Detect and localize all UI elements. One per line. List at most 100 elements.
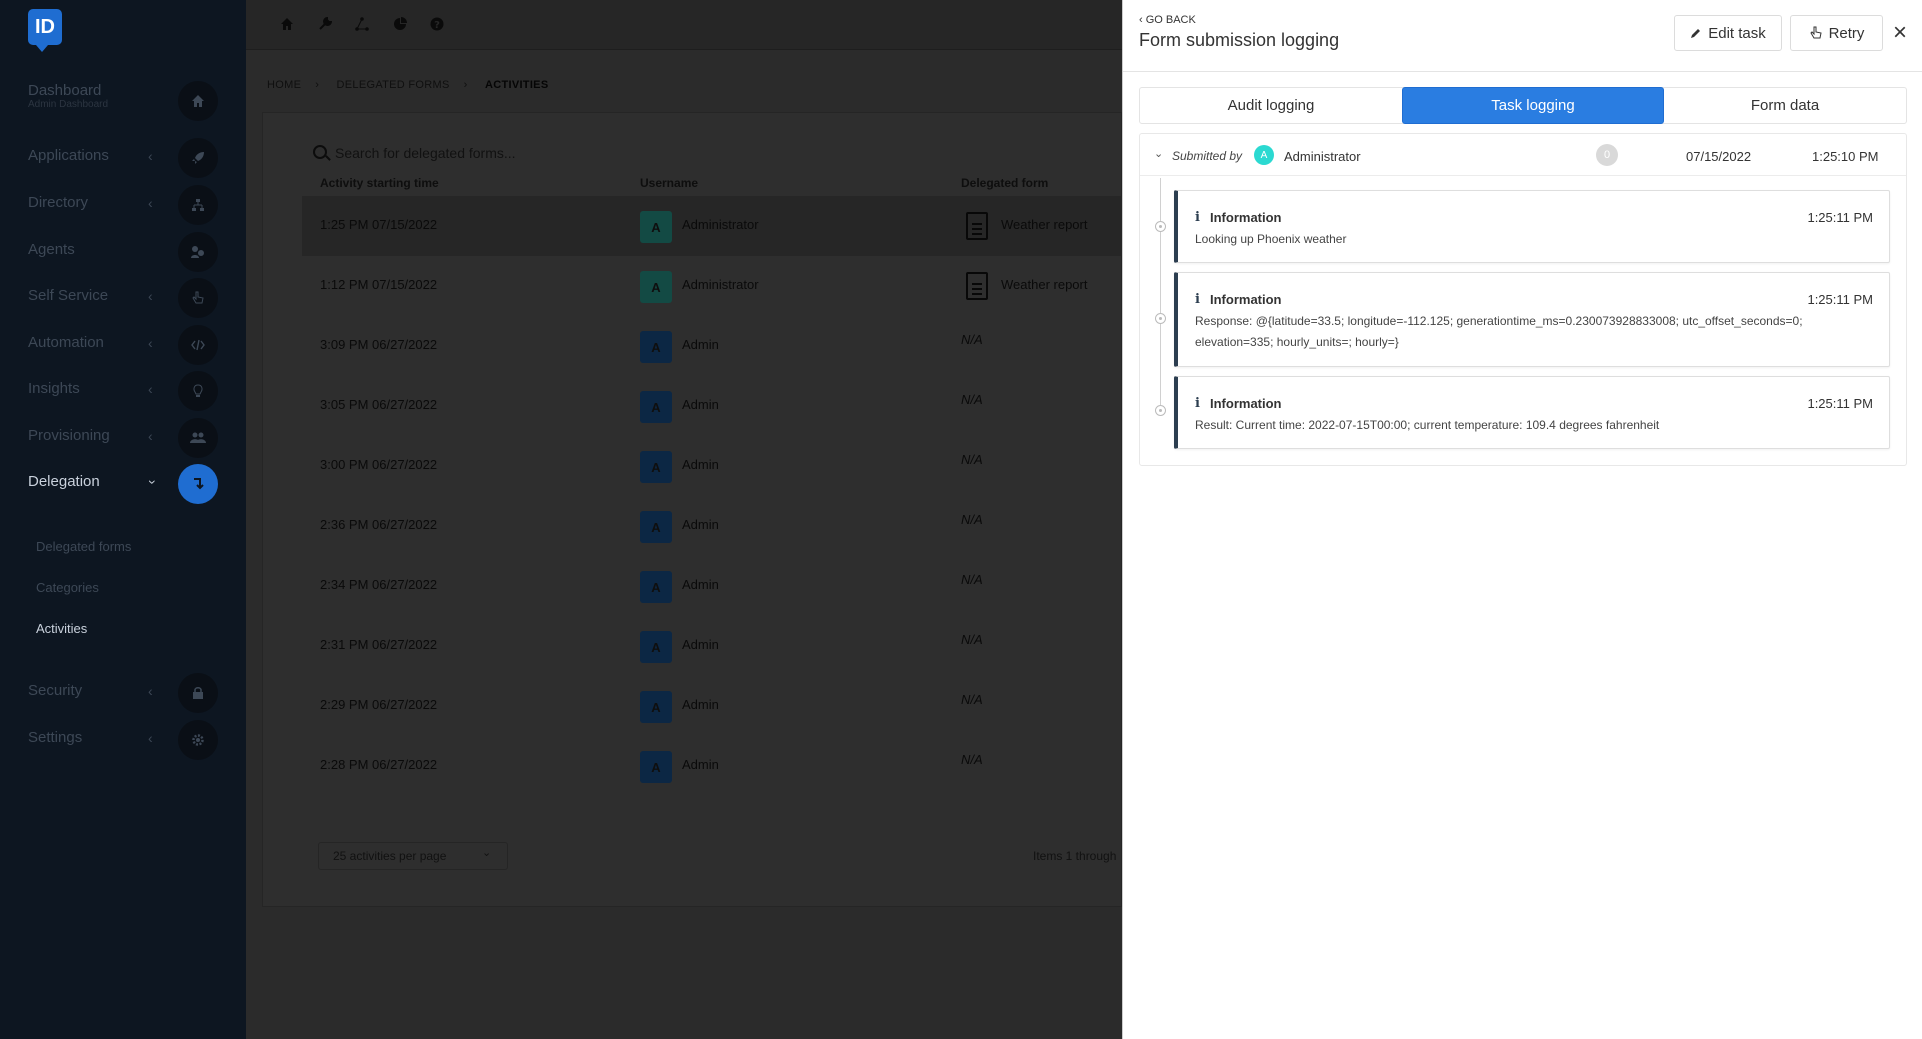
table-row[interactable]: 2:29 PM 06/27/2022 A Admin N/A <box>302 676 1122 736</box>
chevron-right-icon: › <box>315 79 320 91</box>
sidebar-item-delegation[interactable]: Delegation ‹ <box>0 461 246 507</box>
cell-activity-time: 3:05 PM 06/27/2022 <box>320 397 438 412</box>
chevron-left-icon: ‹ <box>148 195 153 211</box>
close-icon[interactable]: × <box>1893 21 1907 45</box>
avatar: A <box>640 571 672 603</box>
sidebar-item-settings[interactable]: Settings ‹ <box>0 717 246 763</box>
lock-icon <box>178 673 218 713</box>
sidebar-item-insights[interactable]: Insights ‹ <box>0 368 246 414</box>
submitted-by-user: Administrator <box>1284 149 1361 164</box>
search-input[interactable] <box>335 140 935 166</box>
table-row[interactable]: 2:31 PM 06/27/2022 A Admin N/A <box>302 616 1122 676</box>
avatar: A <box>640 691 672 723</box>
column-header-delegated-form[interactable]: Delegated form <box>961 176 1048 190</box>
cell-delegated-form: Weather report <box>1001 217 1088 232</box>
avatar: A <box>640 751 672 783</box>
wrench-icon[interactable] <box>316 15 334 33</box>
cell-username: Admin <box>682 757 719 772</box>
retry-button[interactable]: Retry <box>1790 15 1883 51</box>
tab-form-data[interactable]: Form data <box>1664 88 1906 123</box>
log-entry-type: Information <box>1210 396 1282 411</box>
breadcrumb-delegated-forms[interactable]: DELEGATED FORMS <box>337 79 450 91</box>
column-header-username[interactable]: Username <box>640 176 698 190</box>
avatar: A <box>1254 145 1274 165</box>
logo[interactable]: ID <box>28 9 62 52</box>
hand-pointer-icon <box>178 278 218 318</box>
timeline-dot <box>1155 221 1166 232</box>
cell-delegated-form: N/A <box>961 572 983 587</box>
cell-activity-time: 3:09 PM 06/27/2022 <box>320 337 438 352</box>
table-row[interactable]: 2:28 PM 06/27/2022 A Admin N/A <box>302 736 1122 796</box>
agents-icon <box>178 232 218 272</box>
sidebar-item-directory[interactable]: Directory ‹ <box>0 182 246 228</box>
pie-chart-icon[interactable] <box>391 15 409 33</box>
table-row[interactable]: 2:36 PM 06/27/2022 A Admin N/A <box>302 496 1122 556</box>
cell-delegated-form: N/A <box>961 752 983 767</box>
breadcrumb-activities: ACTIVITIES <box>484 79 549 91</box>
cell-delegated-form: N/A <box>961 452 983 467</box>
document-icon <box>966 272 988 300</box>
avatar: A <box>640 451 672 483</box>
cell-activity-time: 2:31 PM 06/27/2022 <box>320 637 438 652</box>
go-back-link[interactable]: ‹ GO BACK <box>1139 14 1196 26</box>
help-icon[interactable]: ? <box>428 15 446 33</box>
tab-task-logging[interactable]: Task logging <box>1402 87 1664 124</box>
sidebar-item-label: Applications <box>28 147 109 164</box>
sidebar-item-dashboard[interactable]: Dashboard Admin Dashboard <box>0 78 246 124</box>
chevron-left-icon: ‹ <box>148 148 153 164</box>
chevron-left-icon: ‹ <box>148 335 153 351</box>
chevron-down-icon[interactable]: ⌄ <box>1154 147 1163 160</box>
cell-activity-time: 1:25 PM 07/15/2022 <box>320 217 438 232</box>
breadcrumb-home[interactable]: HOME <box>267 79 301 91</box>
table-row[interactable]: 1:25 PM 07/15/2022 A Administrator Weath… <box>302 196 1122 256</box>
log-entry-message: Response: @{latitude=33.5; longitude=-11… <box>1195 314 1803 349</box>
cell-delegated-form: N/A <box>961 632 983 647</box>
cell-delegated-form: N/A <box>961 512 983 527</box>
avatar: A <box>640 211 672 243</box>
log-entry-type: Information <box>1210 210 1282 225</box>
home-icon[interactable] <box>278 15 296 33</box>
info-icon: i <box>1195 396 1200 411</box>
sidebar-item-agents[interactable]: Agents <box>0 229 246 275</box>
sidebar-item-label: Automation <box>28 334 104 351</box>
table-row[interactable]: 3:00 PM 06/27/2022 A Admin N/A <box>302 436 1122 496</box>
timeline-dot <box>1155 405 1166 416</box>
table-row[interactable]: 2:34 PM 06/27/2022 A Admin N/A <box>302 556 1122 616</box>
log-entry-message: Result: Current time: 2022-07-15T00:00; … <box>1195 418 1660 432</box>
timeline-dot <box>1155 313 1166 324</box>
sidebar-item-label: Provisioning <box>28 427 110 444</box>
hierarchy-icon <box>178 185 218 225</box>
sidebar: ID Dashboard Admin Dashboard Application… <box>0 0 246 1039</box>
table-row[interactable]: 3:05 PM 06/27/2022 A Admin N/A <box>302 376 1122 436</box>
sidebar-item-self-service[interactable]: Self Service ‹ <box>0 275 246 321</box>
avatar: A <box>640 391 672 423</box>
cell-username: Admin <box>682 337 719 352</box>
tab-audit-logging[interactable]: Audit logging <box>1140 88 1402 123</box>
info-icon: i <box>1195 292 1200 307</box>
panel-tabs: Audit logging Task logging Form data <box>1139 87 1907 124</box>
per-page-select[interactable]: 25 activities per page <box>318 842 508 870</box>
panel-title: Form submission logging <box>1139 30 1340 50</box>
sidebar-subitem-delegated-forms[interactable]: Delegated forms <box>36 539 131 554</box>
submission-row[interactable]: ⌄ Submitted by A Administrator 0 07/15/2… <box>1140 134 1906 176</box>
log-entry: i Information 1:25:11 PM Looking up Phoe… <box>1174 190 1890 263</box>
chevron-down-icon: ⌄ <box>482 847 492 859</box>
code-icon <box>178 325 218 365</box>
sidebar-item-security[interactable]: Security ‹ <box>0 670 246 716</box>
sidebar-item-applications[interactable]: Applications ‹ <box>0 135 246 181</box>
cell-delegated-form: N/A <box>961 332 983 347</box>
sidebar-item-provisioning[interactable]: Provisioning ‹ <box>0 415 246 461</box>
log-entry-message: Looking up Phoenix weather <box>1195 232 1347 246</box>
sidebar-subitem-activities[interactable]: Activities <box>36 621 87 636</box>
column-header-activity-time[interactable]: Activity starting time <box>320 176 439 190</box>
sidebar-item-label: Insights <box>28 380 80 397</box>
log-entry: i Information 1:25:11 PM Response: @{lat… <box>1174 272 1890 367</box>
sidebar-item-automation[interactable]: Automation ‹ <box>0 322 246 368</box>
svg-text:?: ? <box>434 20 440 31</box>
network-icon[interactable] <box>353 15 371 33</box>
table-row[interactable]: 1:12 PM 07/15/2022 A Administrator Weath… <box>302 256 1122 316</box>
edit-task-button[interactable]: Edit task <box>1674 15 1782 51</box>
sidebar-subitem-categories[interactable]: Categories <box>36 580 99 595</box>
avatar: A <box>640 631 672 663</box>
table-row[interactable]: 3:09 PM 06/27/2022 A Admin N/A <box>302 316 1122 376</box>
